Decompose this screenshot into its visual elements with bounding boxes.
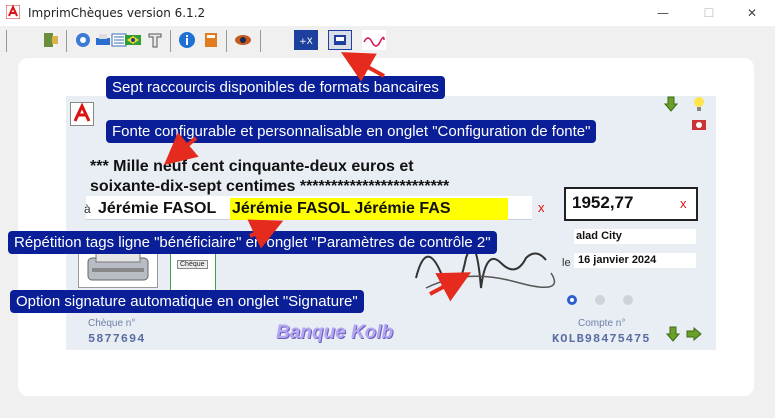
bank-format-3-icon[interactable]: [362, 30, 386, 50]
flag-icon[interactable]: [124, 31, 142, 49]
toolbar-separator: [6, 30, 7, 52]
note-signature: Option signature automatique en onglet "…: [10, 290, 364, 313]
book-icon[interactable]: [202, 31, 220, 49]
minimize-button[interactable]: —: [640, 0, 686, 26]
clear-payee-icon[interactable]: x: [538, 200, 545, 215]
exit-icon[interactable]: [42, 31, 60, 49]
amount-words-line-1: *** Mille neuf cent cinquante-deux euros…: [90, 158, 414, 175]
payee-repeat-highlight: Jérémie FASOL Jérémie FAS: [230, 198, 508, 220]
toolbar-separator: [260, 30, 261, 52]
arrow-right-green-icon[interactable]: [686, 327, 702, 341]
bank-name: Banque Kolb: [276, 322, 394, 343]
app-window: ImprimChèques version 6.1.2 — ☐ ✕ +X ***…: [0, 0, 775, 418]
lightbulb-icon[interactable]: [693, 96, 705, 112]
mini-cheque-label: Chèque: [177, 260, 208, 269]
clear-amount-icon[interactable]: x: [680, 196, 687, 211]
window-title: ImprimChèques version 6.1.2: [28, 6, 206, 20]
note-payee-repeat: Répétition tags ligne "bénéficiaire" en …: [8, 231, 497, 254]
amount-value: 1952,77: [572, 193, 634, 212]
payee-prefix: à: [84, 202, 91, 216]
toolbar-separator: [66, 30, 67, 52]
account-number-value: KOLB98475475: [552, 332, 651, 346]
date-value: 16 janvier 2024: [578, 254, 657, 266]
app-logo-icon: [6, 5, 20, 19]
note-font-config: Fonte configurable et personnalisable en…: [106, 120, 597, 143]
place-value: alad City: [576, 230, 622, 242]
settings-gear-icon[interactable]: [74, 31, 92, 49]
page-indicator[interactable]: [566, 294, 636, 306]
date-prefix: le: [562, 257, 571, 269]
eye-icon[interactable]: [234, 31, 252, 49]
bank-logo-icon: [70, 102, 94, 126]
cheque-number-value: 5877694: [88, 332, 146, 346]
amount-words-line-2: soixante-dix-sept centimes *************…: [90, 178, 450, 195]
title-bar: ImprimChèques version 6.1.2 — ☐ ✕: [0, 0, 775, 26]
bank-format-1-icon[interactable]: +X: [294, 30, 318, 50]
close-button[interactable]: ✕: [729, 0, 775, 26]
svg-text:+X: +X: [299, 37, 313, 47]
cheque-number-label: Chèque n°: [88, 318, 136, 329]
toolbar: +X: [0, 26, 775, 56]
payee-name: Jérémie FASOL: [98, 200, 217, 217]
text-font-icon[interactable]: [146, 31, 164, 49]
note-bank-formats: Sept raccourcis disponibles de formats b…: [106, 76, 445, 99]
info-icon[interactable]: [178, 31, 196, 49]
toolbar-separator: [170, 30, 171, 52]
arrow-down-green-icon[interactable]: [666, 326, 680, 342]
bank-format-2-icon[interactable]: [328, 30, 352, 50]
arrow-down-icon[interactable]: [664, 96, 678, 112]
maximize-button[interactable]: ☐: [686, 0, 732, 26]
camera-icon[interactable]: [692, 118, 706, 130]
account-number-label: Compte n°: [578, 318, 626, 329]
toolbar-separator: [226, 30, 227, 52]
